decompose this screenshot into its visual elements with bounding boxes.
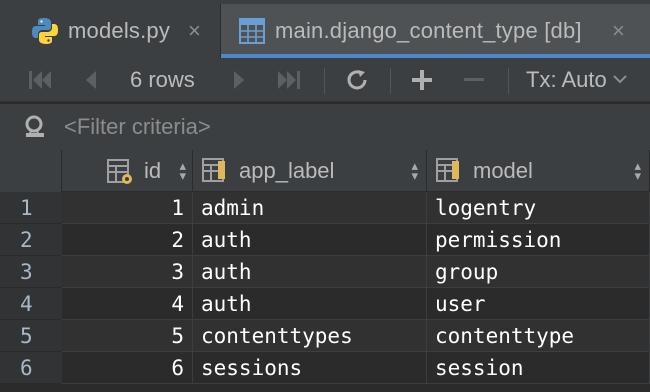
toolbar-separator bbox=[508, 68, 509, 94]
row-number[interactable]: 3 bbox=[0, 256, 62, 288]
column-header-model[interactable]: model ▴ ▾ bbox=[427, 150, 650, 192]
column-icon bbox=[435, 157, 463, 185]
tab-label: main.django_content_type [db] bbox=[275, 18, 582, 43]
tab-models-py[interactable]: models.py × bbox=[0, 4, 220, 58]
table-icon bbox=[239, 18, 265, 44]
cell-model[interactable]: user bbox=[427, 288, 650, 320]
sort-icon[interactable]: ▴ ▾ bbox=[634, 159, 641, 182]
column-icon bbox=[201, 157, 229, 185]
row-number[interactable]: 6 bbox=[0, 352, 62, 384]
tab-label: models.py bbox=[68, 18, 171, 43]
cell-model[interactable]: permission bbox=[427, 224, 650, 256]
close-icon[interactable]: × bbox=[188, 18, 201, 44]
row-number[interactable]: 2 bbox=[0, 224, 62, 256]
previous-page-icon[interactable] bbox=[76, 58, 104, 102]
sort-icon[interactable]: ▴ ▾ bbox=[411, 159, 418, 182]
add-row-icon[interactable] bbox=[406, 58, 438, 102]
column-header-label: id bbox=[144, 157, 162, 183]
transaction-mode-label: Tx: Auto bbox=[526, 67, 607, 92]
close-icon[interactable]: × bbox=[612, 18, 625, 44]
column-header-app-label[interactable]: app_label ▴ ▾ bbox=[193, 150, 427, 192]
column-header-label: app_label bbox=[239, 157, 335, 183]
transaction-mode-dropdown[interactable]: Tx: Auto bbox=[526, 58, 627, 102]
cell-id[interactable]: 6 bbox=[62, 352, 193, 384]
cell-id[interactable]: 5 bbox=[62, 320, 193, 352]
column-header-id[interactable]: id ▴ ▾ bbox=[62, 150, 193, 192]
delete-row-icon[interactable] bbox=[458, 58, 490, 102]
cell-id[interactable]: 3 bbox=[62, 256, 193, 288]
cell-id[interactable]: 2 bbox=[62, 224, 193, 256]
refresh-icon[interactable] bbox=[340, 58, 374, 102]
last-page-icon[interactable] bbox=[272, 58, 306, 102]
cell-model[interactable]: session bbox=[427, 352, 650, 384]
toolbar-separator bbox=[390, 68, 391, 94]
column-header-label: model bbox=[473, 157, 533, 183]
cell-id[interactable]: 1 bbox=[62, 192, 193, 224]
filter-input[interactable]: <Filter criteria> bbox=[64, 114, 211, 140]
grid-corner bbox=[0, 150, 62, 192]
cell-app-label[interactable]: auth bbox=[193, 256, 427, 288]
chevron-down-icon bbox=[613, 71, 627, 89]
data-grid: id ▴ ▾ app_label ▴ ▾ model ▴ ▾ 1 1 admin lo… bbox=[0, 150, 650, 392]
cell-app-label[interactable]: auth bbox=[193, 224, 427, 256]
cell-app-label[interactable]: sessions bbox=[193, 352, 427, 384]
cell-model[interactable]: logentry bbox=[427, 192, 650, 224]
row-number[interactable]: 1 bbox=[0, 192, 62, 224]
sort-icon[interactable]: ▴ ▾ bbox=[179, 159, 186, 182]
next-page-icon[interactable] bbox=[226, 58, 254, 102]
row-number[interactable]: 5 bbox=[0, 320, 62, 352]
cell-id[interactable]: 4 bbox=[62, 288, 193, 320]
cell-model[interactable]: group bbox=[427, 256, 650, 288]
editor-tab-bar: models.py × main.django_content_type [db… bbox=[0, 0, 650, 58]
first-page-icon[interactable] bbox=[24, 58, 56, 102]
cell-model[interactable]: contenttype bbox=[427, 320, 650, 352]
key-column-icon bbox=[106, 158, 134, 186]
python-file-icon bbox=[32, 17, 58, 45]
filter-bar[interactable]: <Filter criteria> bbox=[0, 104, 650, 150]
row-number[interactable]: 4 bbox=[0, 288, 62, 320]
cell-app-label[interactable]: auth bbox=[193, 288, 427, 320]
search-icon[interactable] bbox=[22, 114, 50, 140]
cell-app-label[interactable]: contenttypes bbox=[193, 320, 427, 352]
row-count-label: 6 rows bbox=[130, 67, 195, 92]
toolbar-separator bbox=[324, 68, 325, 94]
cell-app-label[interactable]: admin bbox=[193, 192, 427, 224]
tab-django-content-type[interactable]: main.django_content_type [db] × bbox=[221, 4, 650, 58]
